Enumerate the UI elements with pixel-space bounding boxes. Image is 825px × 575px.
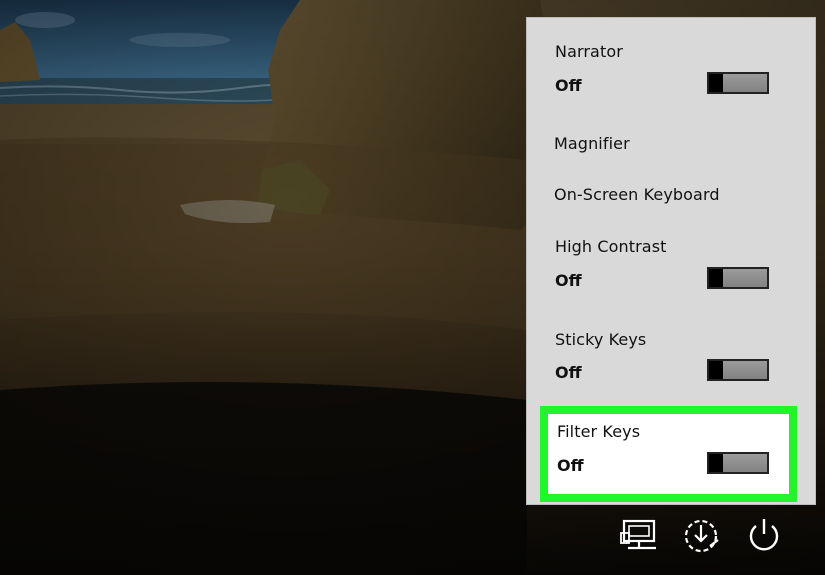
toggle-knob — [709, 454, 723, 472]
magnifier-item[interactable]: Magnifier — [554, 134, 630, 153]
toggle-knob — [709, 269, 723, 287]
narrator-state: Off — [555, 76, 582, 95]
high-contrast-toggle[interactable] — [707, 267, 769, 289]
toggle-track — [723, 454, 767, 472]
filter-keys-toggle[interactable] — [707, 452, 769, 474]
toggle-knob — [709, 361, 723, 379]
high-contrast-state: Off — [555, 271, 582, 290]
power-icon[interactable] — [744, 514, 784, 554]
high-contrast-label: High Contrast — [555, 237, 667, 256]
toggle-track — [723, 361, 767, 379]
filter-keys-state: Off — [557, 456, 584, 475]
ease-of-access-icon[interactable] — [682, 516, 722, 556]
network-icon[interactable] — [620, 516, 660, 556]
filter-keys-highlight: Filter Keys Off — [540, 406, 797, 502]
toggle-track — [723, 269, 767, 287]
toggle-knob — [709, 74, 723, 92]
narrator-label: Narrator — [555, 42, 623, 61]
sticky-keys-toggle[interactable] — [707, 359, 769, 381]
sticky-keys-label: Sticky Keys — [555, 330, 647, 349]
sticky-keys-state: Off — [555, 363, 582, 382]
on-screen-keyboard-item[interactable]: On-Screen Keyboard — [554, 185, 720, 204]
filter-keys-label: Filter Keys — [557, 422, 641, 441]
toggle-track — [723, 74, 767, 92]
narrator-toggle[interactable] — [707, 72, 769, 94]
